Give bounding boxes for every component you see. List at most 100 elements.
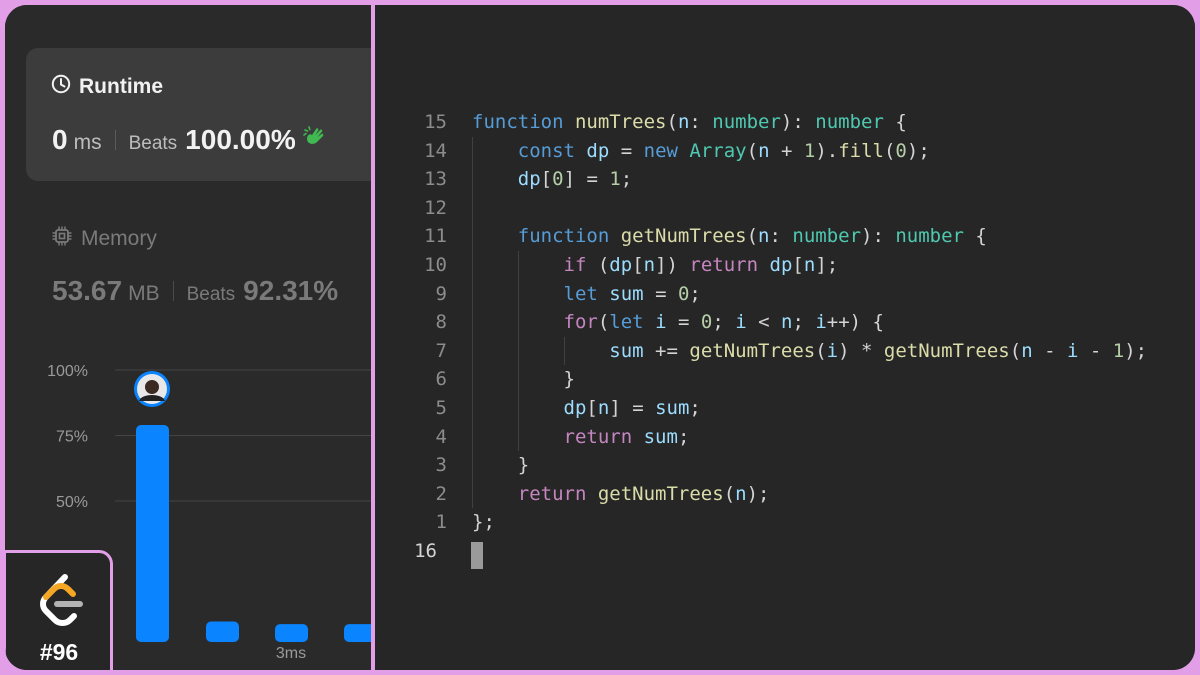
memory-beats-value: 92.31% xyxy=(243,275,339,306)
memory-stats: 53.67 MB Beats 92.31% xyxy=(52,275,338,307)
line-source: return getNumTrees(n); xyxy=(472,480,770,509)
line-source: dp[n] = sum; xyxy=(472,394,701,423)
code-token: number xyxy=(815,111,884,133)
line-number: 9 xyxy=(435,282,447,305)
code-token: ( xyxy=(883,139,896,162)
line-number: 3 xyxy=(435,454,447,477)
code-token: ); xyxy=(906,139,930,162)
code-token: i xyxy=(1066,339,1079,362)
clock-icon xyxy=(51,74,71,100)
user-avatar-icon xyxy=(134,371,170,407)
code-token: + xyxy=(769,139,804,162)
code-token: : xyxy=(689,111,713,133)
runtime-heading: Runtime xyxy=(51,74,163,100)
runtime-stats: 0 ms Beats 100.00% xyxy=(52,124,328,156)
code-token: number xyxy=(712,111,781,133)
chart-y-tick-label: 50% xyxy=(56,494,88,511)
code-token: number xyxy=(895,225,964,248)
divider xyxy=(172,281,174,301)
code-token: sum xyxy=(655,396,690,419)
code-token: }; xyxy=(472,511,495,534)
code-token: dp xyxy=(563,396,587,419)
code-token: ( xyxy=(586,253,610,276)
problem-badge: #96 xyxy=(5,550,113,670)
problem-number: #96 xyxy=(39,639,79,665)
code-token: i xyxy=(826,339,839,362)
code-token: n xyxy=(597,396,610,419)
code-token: getNumTrees xyxy=(597,482,724,505)
chart-bar[interactable] xyxy=(206,621,239,642)
code-token: 0 xyxy=(895,139,907,162)
code-token: i xyxy=(815,311,827,334)
chart-bar[interactable] xyxy=(136,425,169,642)
code-token: [ xyxy=(540,168,553,191)
line-source: } xyxy=(472,451,529,480)
code-token: ): xyxy=(780,111,816,133)
code-editor[interactable]: 15 function numTrees(n: number): number {… xyxy=(375,5,1195,670)
code-token: sum xyxy=(609,339,644,362)
leetcode-logo-icon xyxy=(40,574,83,626)
code-token: ; xyxy=(792,311,816,334)
code-token: sum xyxy=(609,282,644,305)
code-token: ): xyxy=(861,225,896,248)
line-number: 15 xyxy=(424,111,447,133)
code-token: ++) { xyxy=(826,311,884,334)
code-token: n xyxy=(643,253,656,276)
code-token: ]) xyxy=(655,253,690,276)
memory-heading[interactable]: Memory xyxy=(51,225,157,253)
code-token: i xyxy=(735,311,747,334)
code-token: ] = xyxy=(563,168,610,191)
code-token: n xyxy=(780,311,793,334)
memory-title: Memory xyxy=(81,227,157,250)
code-token: fill xyxy=(838,139,884,162)
code-token: < xyxy=(746,311,781,334)
code-token: getNumTrees xyxy=(689,339,816,362)
line-source: sum += getNumTrees(i) * getNumTrees(n - … xyxy=(472,337,1147,366)
line-source: } xyxy=(472,365,575,394)
code-token: n xyxy=(735,482,747,505)
code-token: function xyxy=(472,111,564,133)
code-token: for xyxy=(563,311,598,334)
line-number: 16 xyxy=(414,539,437,562)
code-token: [ xyxy=(586,396,598,419)
runtime-beats-label: Beats xyxy=(128,133,178,154)
code-token: - xyxy=(1032,339,1067,362)
runtime-card[interactable]: Runtime 0 ms Beats 100.00% xyxy=(26,48,371,181)
divider xyxy=(114,130,116,150)
clapping-hands-icon xyxy=(302,125,328,156)
line-number: 5 xyxy=(435,396,447,419)
code-token: dp xyxy=(609,253,633,276)
line-source: if (dp[n]) return dp[n]; xyxy=(472,251,839,280)
code-token: { xyxy=(963,225,987,248)
code-token: if xyxy=(563,253,587,276)
runtime-title: Runtime xyxy=(79,75,163,98)
code-token: getNumTrees xyxy=(883,339,1010,362)
line-number: 11 xyxy=(424,225,447,248)
code-token: n xyxy=(1021,339,1033,362)
code-token: ; xyxy=(712,311,736,334)
code-token: } xyxy=(472,368,575,391)
line-number: 13 xyxy=(424,168,447,191)
chart-bar[interactable] xyxy=(344,624,371,642)
chart-bar[interactable] xyxy=(275,624,308,642)
memory-unit: MB xyxy=(128,282,160,305)
code-token: += xyxy=(643,339,690,362)
code-token: - xyxy=(1078,339,1113,362)
memory-beats-label: Beats xyxy=(186,284,236,305)
screenshot-frame: Runtime 0 ms Beats 100.00% Memory 53.67 … xyxy=(5,5,1195,670)
indent-guide xyxy=(518,251,519,452)
code-token: ( xyxy=(746,139,759,162)
code-token: new xyxy=(643,139,678,162)
code-token: ; xyxy=(689,396,701,419)
code-token: let xyxy=(609,311,644,334)
line-source: return sum; xyxy=(472,423,690,452)
